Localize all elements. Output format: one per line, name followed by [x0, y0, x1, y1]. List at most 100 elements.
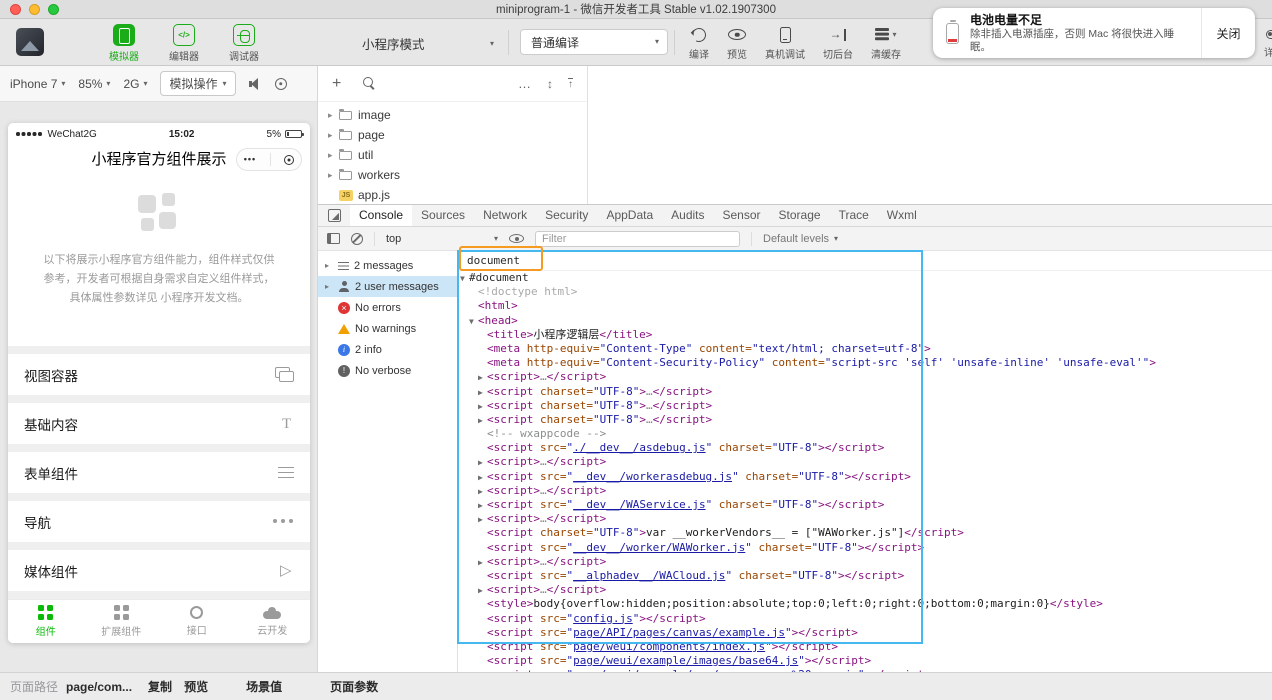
tabbar-item-components[interactable]: 组件	[8, 600, 84, 643]
expand-arrow-icon[interactable]: ▶	[478, 556, 487, 570]
search-icon[interactable]	[363, 77, 376, 90]
dom-tree-line[interactable]: <style>body{overflow:hidden;position:abs…	[458, 597, 1272, 611]
expand-arrow-icon[interactable]: ▶	[478, 400, 487, 414]
screenshot-icon[interactable]	[274, 77, 287, 90]
tabbar-item-cloud[interactable]: 云开发	[235, 600, 311, 643]
tree-item-image[interactable]: ▸ image	[318, 105, 587, 125]
device-debug-button[interactable]: 真机调试	[756, 25, 814, 61]
compile-button[interactable]: 编译	[680, 25, 718, 61]
more-menu-button[interactable]: •••	[244, 155, 256, 164]
tab-sensor[interactable]: Sensor	[714, 205, 770, 226]
dom-tree-line[interactable]: ▶ <script>…</script>	[458, 583, 1272, 597]
dom-tree-line[interactable]: ▶ <script>…</script>	[458, 455, 1272, 469]
live-expression-icon[interactable]	[509, 234, 524, 243]
execution-context-select[interactable]: top ▾	[386, 233, 498, 245]
tab-audits[interactable]: Audits	[662, 205, 713, 226]
tab-wxml[interactable]: Wxml	[878, 205, 926, 226]
expand-arrow-icon[interactable]: ▸	[328, 130, 339, 141]
expand-arrow-icon[interactable]: ▶	[478, 414, 487, 428]
clear-console-icon[interactable]	[351, 232, 363, 245]
log-levels-select[interactable]: Default levels ▾	[763, 233, 838, 245]
expand-arrow-icon[interactable]: ▶	[478, 584, 487, 598]
tab-network[interactable]: Network	[474, 205, 536, 226]
details-button[interactable]: 详情	[1254, 30, 1272, 59]
dom-tree-line[interactable]: <!-- wxappcode -->	[458, 427, 1272, 441]
tree-item-util[interactable]: ▸ util	[318, 145, 587, 165]
tab-appdata[interactable]: AppData	[597, 205, 662, 226]
expand-arrow-icon[interactable]: ▸	[328, 150, 339, 161]
collapse-all-icon[interactable]: ↑	[568, 77, 573, 90]
mute-icon[interactable]	[248, 77, 262, 90]
device-select[interactable]: iPhone 7 ▾	[10, 77, 65, 91]
list-item-nav[interactable]: 导航	[8, 501, 310, 542]
dom-tree-line[interactable]: <script src="page/weui/components/index.…	[458, 640, 1272, 654]
sort-icon[interactable]: ↕	[547, 78, 553, 90]
console-filter-verbose[interactable]: No verbose	[318, 360, 457, 381]
dom-tree-line[interactable]: <script src="config.js"></script>	[458, 612, 1272, 626]
collapse-arrow-icon[interactable]: ▼	[469, 315, 478, 329]
simulate-actions-button[interactable]: 模拟操作 ▾	[160, 71, 236, 96]
expand-arrow-icon[interactable]: ▶	[478, 485, 487, 499]
add-file-icon[interactable]: +	[332, 75, 341, 92]
minimize-button[interactable]	[29, 3, 40, 15]
scene-value-label[interactable]: 场景值	[246, 678, 282, 695]
preview-button[interactable]: 预览	[718, 25, 756, 61]
background-button[interactable]: 切后台	[814, 25, 862, 61]
expand-arrow-icon[interactable]: ▶	[478, 456, 487, 470]
dom-tree-line[interactable]: ▶ <script src="__dev__/workerasdebug.js" …	[458, 470, 1272, 484]
expand-arrow-icon[interactable]: ▶	[478, 471, 487, 485]
expand-arrow-icon[interactable]: ▶	[478, 513, 487, 527]
dom-tree-line[interactable]: ▶ <script>…</script>	[458, 370, 1272, 384]
tab-console[interactable]: Console	[350, 205, 413, 226]
debugger-button[interactable]: 调试器	[222, 24, 266, 63]
tab-storage[interactable]: Storage	[770, 205, 830, 226]
expand-arrow-icon[interactable]: ▸	[328, 110, 339, 121]
expand-arrow-icon[interactable]: ▶	[478, 499, 487, 513]
dom-tree-line[interactable]: <script charset="UTF-8">var __workerVend…	[458, 526, 1272, 540]
miniprogram-mode-select[interactable]: 小程序模式 ▾	[362, 34, 494, 53]
notification-close-button[interactable]: 关闭	[1201, 8, 1255, 58]
dom-tree-line[interactable]: ▶ <script charset="UTF-8">…</script>	[458, 413, 1272, 427]
dom-tree-line[interactable]: ▶ <script charset="UTF-8">…</script>	[458, 399, 1272, 413]
dom-tree-line[interactable]: <script src="page/API/pages/canvas/examp…	[458, 626, 1272, 640]
console-filter-warning[interactable]: No warnings	[318, 318, 457, 339]
zoom-button[interactable]	[48, 3, 59, 15]
expand-arrow-icon[interactable]: ▶	[478, 371, 487, 385]
console-filter-user[interactable]: ▸ 2 user messages	[318, 276, 457, 297]
dom-tree-line[interactable]: ▶ <script>…</script>	[458, 484, 1272, 498]
dom-tree-line[interactable]: <script src="page/weui/example/images/ba…	[458, 654, 1272, 668]
tree-item-page[interactable]: ▸ page	[318, 125, 587, 145]
inspect-element-icon[interactable]	[328, 209, 341, 222]
dom-tree-line[interactable]: ▶ <script src="__dev__/WAService.js" char…	[458, 498, 1272, 512]
dom-tree-line[interactable]: ▶ <script charset="UTF-8">…</script>	[458, 385, 1272, 399]
dom-tree-line[interactable]: <meta http-equiv="Content-Security-Polic…	[458, 356, 1272, 370]
dom-tree-line[interactable]: <meta http-equiv="Content-Type" content=…	[458, 342, 1272, 356]
expand-arrow-icon[interactable]: ▸	[328, 170, 339, 181]
clear-cache-button[interactable]: ▾ 清缓存	[862, 25, 910, 61]
zoom-select[interactable]: 85% ▾	[78, 77, 110, 91]
console-sidebar-toggle-icon[interactable]	[327, 233, 340, 244]
list-item-media[interactable]: 媒体组件	[8, 550, 310, 591]
console-filter-messages[interactable]: ▸ 2 messages	[318, 255, 457, 276]
dom-tree-line[interactable]: ▼ #document	[458, 271, 1272, 285]
more-icon[interactable]: …	[518, 77, 532, 90]
console-filter-error[interactable]: No errors	[318, 297, 457, 318]
simulator-button[interactable]: 模拟器	[102, 24, 146, 63]
dom-tree-line[interactable]: <script src="__dev__/worker/WAWorker.js"…	[458, 541, 1272, 555]
list-item-view-container[interactable]: 视图容器	[8, 354, 310, 395]
tree-item-workers[interactable]: ▸ workers	[318, 165, 587, 185]
dom-tree-line[interactable]: <html>	[458, 299, 1272, 313]
compile-mode-select[interactable]: 普通编译 ▾	[520, 29, 668, 55]
dom-tree-line[interactable]: ▶ <script>…</script>	[458, 512, 1272, 526]
dom-tree-line[interactable]: <title>小程序逻辑层</title>	[458, 328, 1272, 342]
console-filter-input[interactable]	[535, 230, 740, 247]
preview-button[interactable]: 预览	[184, 678, 208, 695]
console-filter-info[interactable]: 2 info	[318, 339, 457, 360]
copy-button[interactable]: 复制	[148, 678, 172, 695]
tree-item-app.js[interactable]: JS app.js	[318, 185, 587, 204]
dom-tree-line[interactable]: <!doctype html>	[458, 285, 1272, 299]
collapse-arrow-icon[interactable]: ▼	[460, 272, 469, 286]
dom-tree-line[interactable]: <script src="__alphadev__/WACloud.js" ch…	[458, 569, 1272, 583]
tabbar-item-api[interactable]: 接口	[159, 600, 235, 643]
tabbar-item-extended[interactable]: 扩展组件	[84, 600, 160, 643]
